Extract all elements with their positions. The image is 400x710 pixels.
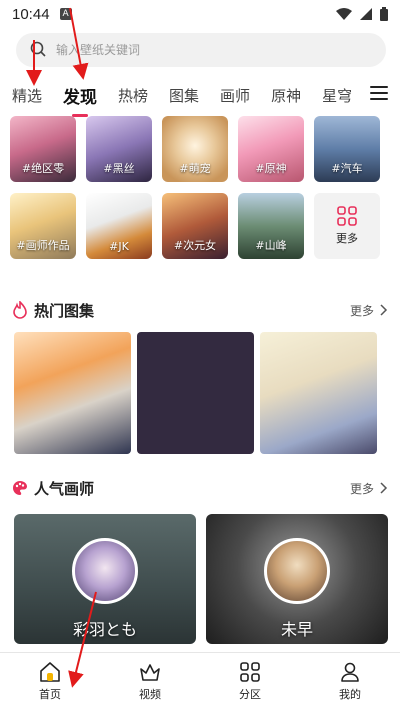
category-tile[interactable]: #山峰	[238, 193, 304, 259]
category-tile[interactable]: #画师作品	[10, 193, 76, 259]
section-title: 人气画师	[34, 479, 95, 498]
nav-label: 首页	[39, 688, 61, 701]
tab-discover[interactable]: 发现	[63, 83, 97, 108]
hot-more-link[interactable]: 更多	[350, 302, 388, 319]
artist-name: 未早	[280, 620, 313, 639]
category-grid: #绝区零 #黑丝 #萌宠 #原神 #汽车 #画师作品 #JK #次元女 #山峰	[10, 116, 390, 259]
home-icon	[40, 662, 60, 682]
category-label: #黑丝	[103, 162, 135, 175]
avatar	[72, 538, 138, 604]
category-more-tile[interactable]: 更多	[314, 193, 380, 259]
wifi-icon	[336, 8, 352, 20]
tab-starrail[interactable]: 星穹	[322, 85, 352, 106]
category-tile[interactable]: #汽车	[314, 116, 380, 182]
crown-icon	[140, 664, 160, 681]
search-input[interactable]	[56, 43, 356, 57]
album-card[interactable]	[137, 332, 254, 454]
tab-featured[interactable]: 精选	[12, 85, 42, 106]
more-label: 更多	[349, 481, 374, 496]
artist-name: 彩羽とも	[72, 620, 137, 639]
category-tile[interactable]: #次元女	[162, 193, 228, 259]
hot-albums-row	[14, 332, 377, 454]
category-tile[interactable]: #原神	[238, 116, 304, 182]
flame-icon	[13, 301, 27, 319]
artist-card[interactable]: 彩羽とも	[14, 514, 196, 644]
category-tile[interactable]: #绝区零	[10, 116, 76, 182]
grid-icon	[337, 206, 357, 226]
user-icon	[341, 662, 359, 682]
category-label: #JK	[109, 240, 129, 253]
category-label: #画师作品	[16, 239, 70, 252]
tab-albums[interactable]: 图集	[169, 85, 199, 106]
popular-artists-header: 人气画师 更多	[12, 476, 388, 500]
category-label: #次元女	[173, 239, 217, 252]
tab-genshin[interactable]: 原神	[271, 85, 301, 106]
palette-icon	[13, 481, 27, 495]
album-card[interactable]	[14, 332, 131, 454]
nav-video[interactable]: 视频	[100, 653, 200, 710]
chevron-right-icon	[380, 304, 388, 316]
artist-card[interactable]: 未早	[206, 514, 388, 644]
hot-albums-header: 热门图集 更多	[12, 298, 388, 322]
notification-icon: A	[59, 8, 72, 20]
status-icons	[336, 7, 388, 21]
grid-icon	[240, 662, 260, 682]
search-bar[interactable]	[16, 33, 386, 67]
nav-category[interactable]: 分区	[200, 653, 300, 710]
category-label: #萌宠	[179, 162, 211, 175]
signal-icon	[360, 8, 372, 20]
popular-artists-row: 彩羽とも 未早	[14, 514, 388, 644]
category-label: #原神	[255, 162, 287, 175]
avatar	[264, 538, 330, 604]
nav-home[interactable]: 首页	[0, 653, 100, 710]
category-label: #汽车	[331, 162, 363, 175]
status-time: 10:44	[12, 5, 50, 23]
more-label: 更多	[349, 303, 374, 318]
tab-artists[interactable]: 画师	[220, 85, 250, 106]
section-title: 热门图集	[34, 301, 95, 320]
category-label: 更多	[336, 232, 358, 245]
tab-hot[interactable]: 热榜	[118, 85, 148, 106]
battery-icon	[380, 7, 388, 21]
bottom-nav: 首页 视频 分区 我的	[0, 652, 400, 710]
category-tile[interactable]: #JK	[86, 193, 152, 259]
nav-label: 视频	[139, 688, 161, 701]
category-tabs: 精选 发现 热榜 图集 画师 原神 星穹	[0, 80, 400, 110]
category-label: #山峰	[255, 239, 287, 252]
nav-profile[interactable]: 我的	[300, 653, 400, 710]
search-icon	[30, 41, 46, 57]
nav-label: 分区	[239, 688, 261, 701]
category-tile[interactable]: #萌宠	[162, 116, 228, 182]
nav-label: 我的	[339, 688, 361, 701]
artists-more-link[interactable]: 更多	[350, 480, 388, 497]
chevron-right-icon	[380, 482, 388, 494]
category-tile[interactable]: #黑丝	[86, 116, 152, 182]
category-label: #绝区零	[21, 162, 65, 175]
menu-icon[interactable]	[370, 86, 388, 100]
album-card[interactable]	[260, 332, 377, 454]
status-bar: 10:44 A	[0, 0, 400, 28]
